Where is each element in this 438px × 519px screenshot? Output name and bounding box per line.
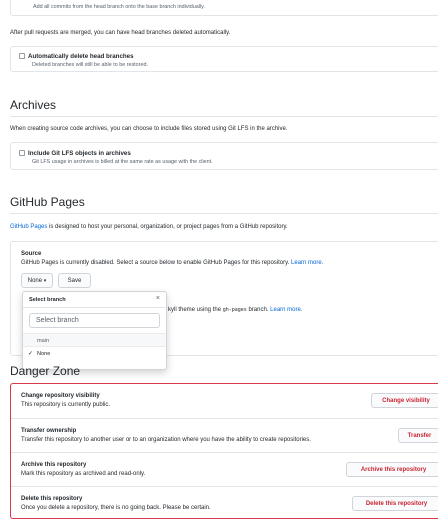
- source-label: Source: [21, 251, 42, 257]
- branch-option-label: main: [37, 338, 50, 344]
- branch-option-label: None: [37, 351, 51, 357]
- pages-intro-text: is designed to host your personal, organ…: [47, 224, 288, 230]
- auto-delete-option[interactable]: Automatically delete head branches: [19, 53, 134, 60]
- auto-delete-label: Automatically delete head branches: [28, 53, 134, 60]
- lfs-option[interactable]: Include Git LFS objects in archives: [19, 150, 131, 157]
- danger-row-desc: Once you delete a repository, there is n…: [21, 505, 211, 511]
- branch-select-button[interactable]: None ▾: [21, 273, 53, 288]
- danger-row-visibility: Change repository visibility This reposi…: [11, 384, 438, 418]
- branch-dropdown: Select branch × Select branch main ✓ Non…: [22, 291, 167, 370]
- rebase-option-box: Add all commits from the head branch ont…: [10, 0, 438, 16]
- dropdown-header: Select branch ×: [23, 292, 166, 308]
- branch-filter-input[interactable]: Select branch: [29, 313, 160, 328]
- auto-delete-desc: Deleted branches will still be able to b…: [32, 62, 148, 68]
- delete-repository-button[interactable]: Delete this repository: [352, 496, 438, 511]
- theme-text-a: kyll theme using the: [168, 307, 223, 313]
- danger-row-delete: Delete this repository Once you delete a…: [11, 486, 438, 519]
- danger-row-archive: Archive this repository Mark this reposi…: [11, 452, 438, 486]
- checkbox-icon[interactable]: [19, 53, 25, 59]
- archives-divider: [10, 116, 438, 117]
- danger-zone-box: Change repository visibility This reposi…: [10, 383, 438, 519]
- checkbox-icon[interactable]: [19, 150, 25, 156]
- theme-learn-more-link[interactable]: Learn more.: [270, 307, 302, 313]
- auto-delete-intro: After pull requests are merged, you can …: [10, 30, 231, 36]
- danger-row-title: Delete this repository: [21, 496, 83, 502]
- transfer-button[interactable]: Transfer: [398, 428, 438, 443]
- danger-row-title: Archive this repository: [21, 462, 87, 468]
- auto-delete-box: Automatically delete head branches Delet…: [10, 46, 438, 72]
- source-learn-more-link[interactable]: Learn more.: [291, 260, 323, 266]
- danger-row-desc: This repository is currently public.: [21, 402, 111, 408]
- danger-row-title: Transfer ownership: [21, 428, 77, 434]
- check-icon: ✓: [28, 351, 34, 357]
- theme-chooser-text: kyll theme using the gh-pages branch. Le…: [168, 307, 303, 313]
- caret-down-icon: ▾: [43, 278, 47, 284]
- theme-text-b: branch.: [246, 307, 269, 313]
- change-visibility-button[interactable]: Change visibility: [371, 393, 438, 408]
- lfs-box: Include Git LFS objects in archives Git …: [10, 142, 438, 170]
- dropdown-title: Select branch: [29, 297, 66, 303]
- source-description: GitHub Pages is currently disabled. Sele…: [21, 260, 323, 266]
- lfs-desc: Git LFS usage in archives is billed at t…: [32, 159, 213, 165]
- source-desc-text: GitHub Pages is currently disabled. Sele…: [21, 260, 290, 266]
- branch-option-main[interactable]: main: [23, 333, 166, 346]
- pages-intro: GitHub Pages is designed to host your pe…: [10, 224, 288, 230]
- danger-row-desc: Transfer this repository to another user…: [21, 437, 311, 443]
- lfs-label: Include Git LFS objects in archives: [28, 150, 131, 157]
- danger-zone-title: Danger Zone: [10, 364, 81, 378]
- danger-row-transfer: Transfer ownership Transfer this reposit…: [11, 418, 438, 452]
- rebase-description: Add all commits from the head branch ont…: [33, 4, 205, 10]
- danger-row-desc: Mark this repository as archived and rea…: [21, 471, 146, 477]
- branch-select-label: None: [27, 278, 43, 284]
- github-pages-link[interactable]: GitHub Pages: [10, 224, 47, 230]
- close-icon[interactable]: ×: [156, 295, 160, 302]
- pages-divider: [10, 213, 438, 214]
- archives-intro: When creating source code archives, you …: [10, 126, 288, 132]
- pages-title: GitHub Pages: [10, 195, 85, 209]
- save-button[interactable]: Save: [58, 273, 91, 288]
- branch-option-none[interactable]: ✓ None: [23, 346, 166, 359]
- archives-title: Archives: [10, 98, 57, 112]
- archive-repository-button[interactable]: Archive this repository: [346, 462, 438, 477]
- gh-pages-code: gh-pages: [222, 307, 247, 313]
- danger-row-title: Change repository visibility: [21, 393, 100, 399]
